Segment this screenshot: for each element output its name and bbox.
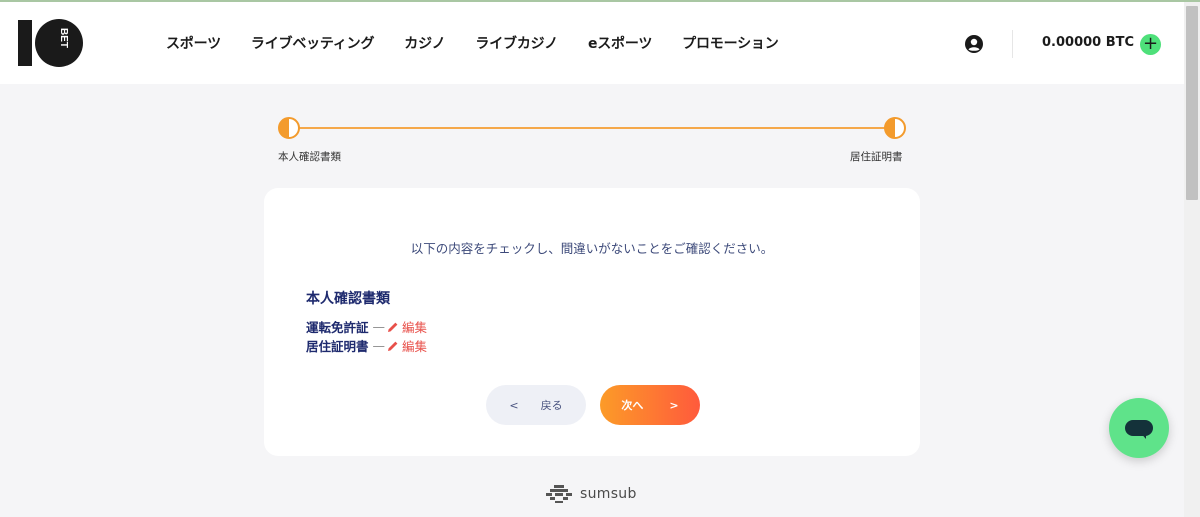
nav-item-casino[interactable]: カジノ: [404, 33, 445, 53]
progress-line: [296, 127, 890, 129]
step-label-id-document: 本人確認書類: [278, 151, 341, 163]
nav-item-sports[interactable]: スポーツ: [166, 33, 221, 53]
review-card: 以下の内容をチェックし、間違いがないことをご確認ください。 本人確認書類 運転免…: [264, 188, 920, 456]
nav-item-promotions[interactable]: プロモーション: [682, 33, 779, 53]
document-name: 居住証明書: [306, 339, 369, 354]
sumsub-logo-icon: [546, 485, 572, 503]
step-indicator-2: [884, 117, 906, 139]
document-row: 居住証明書 — 編集: [306, 336, 427, 355]
edit-link[interactable]: 編集: [387, 317, 427, 336]
header-divider: [1012, 30, 1013, 58]
edit-link-label[interactable]: 編集: [402, 317, 427, 336]
pencil-icon: [388, 322, 398, 332]
sumsub-branding: sumsub: [544, 484, 637, 504]
nav-item-esports[interactable]: eスポーツ: [588, 33, 652, 53]
back-arrow: <: [509, 398, 519, 412]
nav-item-live-betting[interactable]: ライブベッティング: [251, 33, 375, 53]
review-instruction: 以下の内容をチェックし、間違いがないことをご確認ください。: [410, 241, 774, 256]
chat-button[interactable]: [1109, 398, 1169, 458]
document-row: 運転免許証 — 編集: [306, 317, 427, 336]
edit-link-label[interactable]: 編集: [402, 336, 427, 355]
wallet-balance[interactable]: 0.00000 BTC: [1042, 35, 1134, 50]
scrollbar-thumb[interactable]: [1186, 6, 1198, 200]
step-indicator-1: [278, 117, 300, 139]
add-funds-button[interactable]: +: [1140, 34, 1161, 55]
next-button[interactable]: 次へ >: [600, 385, 700, 425]
document-dash: —: [372, 319, 386, 334]
main-nav: スポーツ ライブベッティング カジノ ライブカジノ eスポーツ プロモーション: [166, 33, 809, 53]
nav-item-live-casino[interactable]: ライブカジノ: [475, 33, 558, 53]
back-button[interactable]: < 戻る: [486, 385, 586, 425]
user-icon[interactable]: [964, 34, 984, 54]
section-title: 本人確認書類: [306, 291, 390, 307]
document-name: 運転免許証: [306, 320, 369, 335]
back-button-label: 戻る: [540, 399, 563, 412]
edit-link[interactable]: 編集: [387, 336, 427, 355]
logo-text: BET: [58, 28, 69, 48]
next-arrow: >: [669, 398, 679, 412]
chat-icon-tail: [1139, 431, 1146, 439]
site-header: BET スポーツ ライブベッティング カジノ ライブカジノ eスポーツ プロモー…: [0, 2, 1184, 84]
next-button-label: 次へ: [621, 399, 644, 412]
page-scrollbar[interactable]: [1184, 2, 1200, 517]
pencil-icon: [388, 341, 398, 351]
step-label-proof-of-address: 居住証明書: [850, 151, 903, 163]
site-logo[interactable]: BET: [18, 18, 84, 68]
sumsub-text: sumsub: [580, 486, 637, 502]
document-dash: —: [372, 338, 386, 353]
